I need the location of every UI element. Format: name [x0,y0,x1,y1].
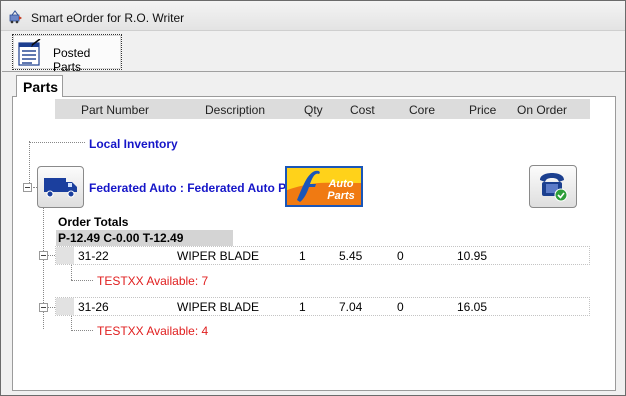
price-cell: 16.05 [457,300,488,314]
table-row[interactable]: 31-22 WIPER BLADE 1 5.45 0 10.95 [55,246,590,265]
window-title: Smart eOrder for R.O. Writer [31,11,185,25]
price-cell: 10.95 [457,249,488,263]
tree-line [29,142,85,143]
tree-line [71,330,93,331]
part-number-cell: 31-26 [78,300,109,314]
column-header-part-number[interactable]: Part Number [81,103,149,117]
posted-parts-label: Posted Parts [53,46,91,74]
phone-check-icon [540,173,568,202]
column-header-core[interactable]: Core [409,103,435,117]
cost-cell: 5.45 [339,249,363,263]
part-number-cell: 31-22 [78,249,109,263]
cost-cell: 7.04 [339,300,363,314]
parts-panel: Part Number Description Qty Cost Core Pr… [12,96,616,391]
logo-text-line-1: Auto [327,178,353,190]
column-header-description[interactable]: Description [205,103,265,117]
tree-line [71,265,72,280]
truck-icon [44,178,77,198]
table-row[interactable]: 31-26 WIPER BLADE 1 7.04 0 16.05 [55,297,590,316]
description-cell: WIPER BLADE [177,300,260,314]
core-cell: 0 [397,249,404,263]
availability-text: TESTXX Available: 4 [97,324,209,338]
qty-cell: 1 [299,249,306,263]
column-header-cost[interactable]: Cost [350,103,375,117]
order-totals-bar: P-12.49 C-0.00 T-12.49 [56,230,233,247]
order-totals-value: P-12.49 C-0.00 T-12.49 [58,231,184,245]
tree-line [71,316,72,331]
supplier-label[interactable]: Federated Auto : Federated Auto P... [89,181,295,195]
column-header-on-order[interactable]: On Order [517,103,567,117]
row-selector[interactable] [56,298,74,315]
logo-text-line-2: Parts [327,190,355,202]
collapse-supplier-toggle[interactable] [23,183,32,192]
posted-parts-button[interactable]: Posted Parts [12,34,122,74]
app-window: Smart eOrder for R.O. Writer Posted Part… [0,0,626,396]
app-icon [9,10,22,24]
column-header-price[interactable]: Price [469,103,496,117]
posted-parts-icon [18,39,41,66]
description-cell: WIPER BLADE [177,249,260,263]
column-header: Part Number Description Qty Cost Core Pr… [55,99,590,119]
order-totals-title: Order Totals [58,215,129,229]
local-inventory-node[interactable]: Local Inventory [89,137,178,151]
row-selector[interactable] [56,247,74,264]
federated-auto-parts-logo: Auto Parts [285,166,363,207]
title-bar: Smart eOrder for R.O. Writer [1,1,625,31]
toolbar: Posted Parts [2,32,625,74]
column-header-qty[interactable]: Qty [304,103,323,117]
availability-text: TESTXX Available: 7 [97,274,209,288]
qty-cell: 1 [299,300,306,314]
collapse-item-toggle[interactable] [39,251,48,260]
tree-line [71,280,93,281]
truck-button[interactable] [37,166,84,208]
tab-parts[interactable]: Parts [16,75,63,97]
collapse-item-toggle[interactable] [39,303,48,312]
call-supplier-button[interactable] [529,165,577,208]
content-area: Parts Part Number Description Qty Cost C… [2,73,625,395]
tree-line [29,141,30,187]
core-cell: 0 [397,300,404,314]
